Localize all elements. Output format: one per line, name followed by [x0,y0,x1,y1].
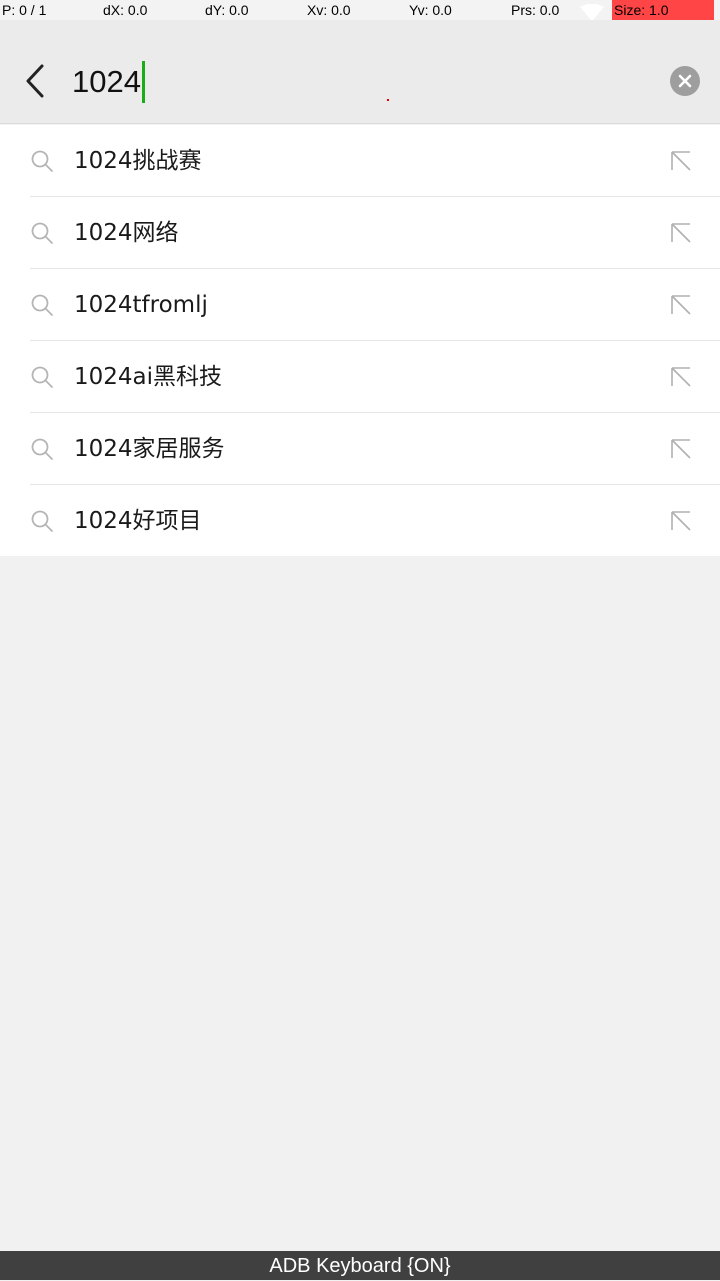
suggestion-label: 1024家居服务 [74,436,225,462]
size-readout: Size: 1.0 [612,0,714,20]
search-input-value: 1024 [72,64,141,99]
arrow-up-left-icon[interactable] [670,366,692,388]
suggestion-item[interactable]: 1024网络 [0,197,720,269]
adb-keyboard-bar: ADB Keyboard {ON} [0,1251,720,1280]
dx-readout: dX: 0.0 [103,2,148,18]
suggestion-label: 1024tfromlj [74,292,208,318]
arrow-up-left-icon[interactable] [670,150,692,172]
arrow-up-left-icon[interactable] [670,438,692,460]
search-icon [31,366,53,388]
dy-readout: dY: 0.0 [205,2,249,18]
suggestion-label: 1024好项目 [74,508,202,534]
pointer-location-overlay: P: 0 / 1 dX: 0.0 dY: 0.0 Xv: 0.0 Yv: 0.0… [0,0,720,21]
search-icon [31,438,53,460]
suggestion-item[interactable]: 1024好项目 [0,485,720,557]
suggestion-label: 1024挑战赛 [74,148,202,174]
arrow-up-left-icon[interactable] [670,222,692,244]
suggestion-item[interactable]: 1024家居服务 [0,413,720,485]
xv-readout: Xv: 0.0 [307,2,351,18]
back-button[interactable] [18,60,52,102]
clear-button[interactable] [670,66,700,96]
suggestion-list: 1024挑战赛 1024网络 1024tfromlj 1024ai黑科技 1024家居服… [0,125,720,556]
suggestion-item[interactable]: 1024tfromlj [0,269,720,341]
arrow-up-left-icon[interactable] [670,510,692,532]
search-input[interactable]: 1024 [72,58,632,106]
pressure-readout: Prs: 0.0 [511,2,560,18]
search-icon [31,294,53,316]
suggestion-label: 1024网络 [74,220,179,246]
touch-point-marker [387,99,389,101]
clear-circle-icon [678,74,692,88]
suggestion-item[interactable]: 1024挑战赛 [0,125,720,197]
suggestion-item[interactable]: 1024ai黑科技 [0,341,720,413]
suggestion-label: 1024ai黑科技 [74,364,223,390]
search-icon [31,510,53,532]
yv-readout: Yv: 0.0 [409,2,452,18]
search-icon [31,222,53,244]
back-arrow-icon [26,64,44,98]
text-caret [141,61,145,103]
search-icon [31,150,53,172]
arrow-up-left-icon[interactable] [670,294,692,316]
pointer-count: P: 0 / 1 [2,2,47,18]
search-header: 1024 [0,20,720,124]
